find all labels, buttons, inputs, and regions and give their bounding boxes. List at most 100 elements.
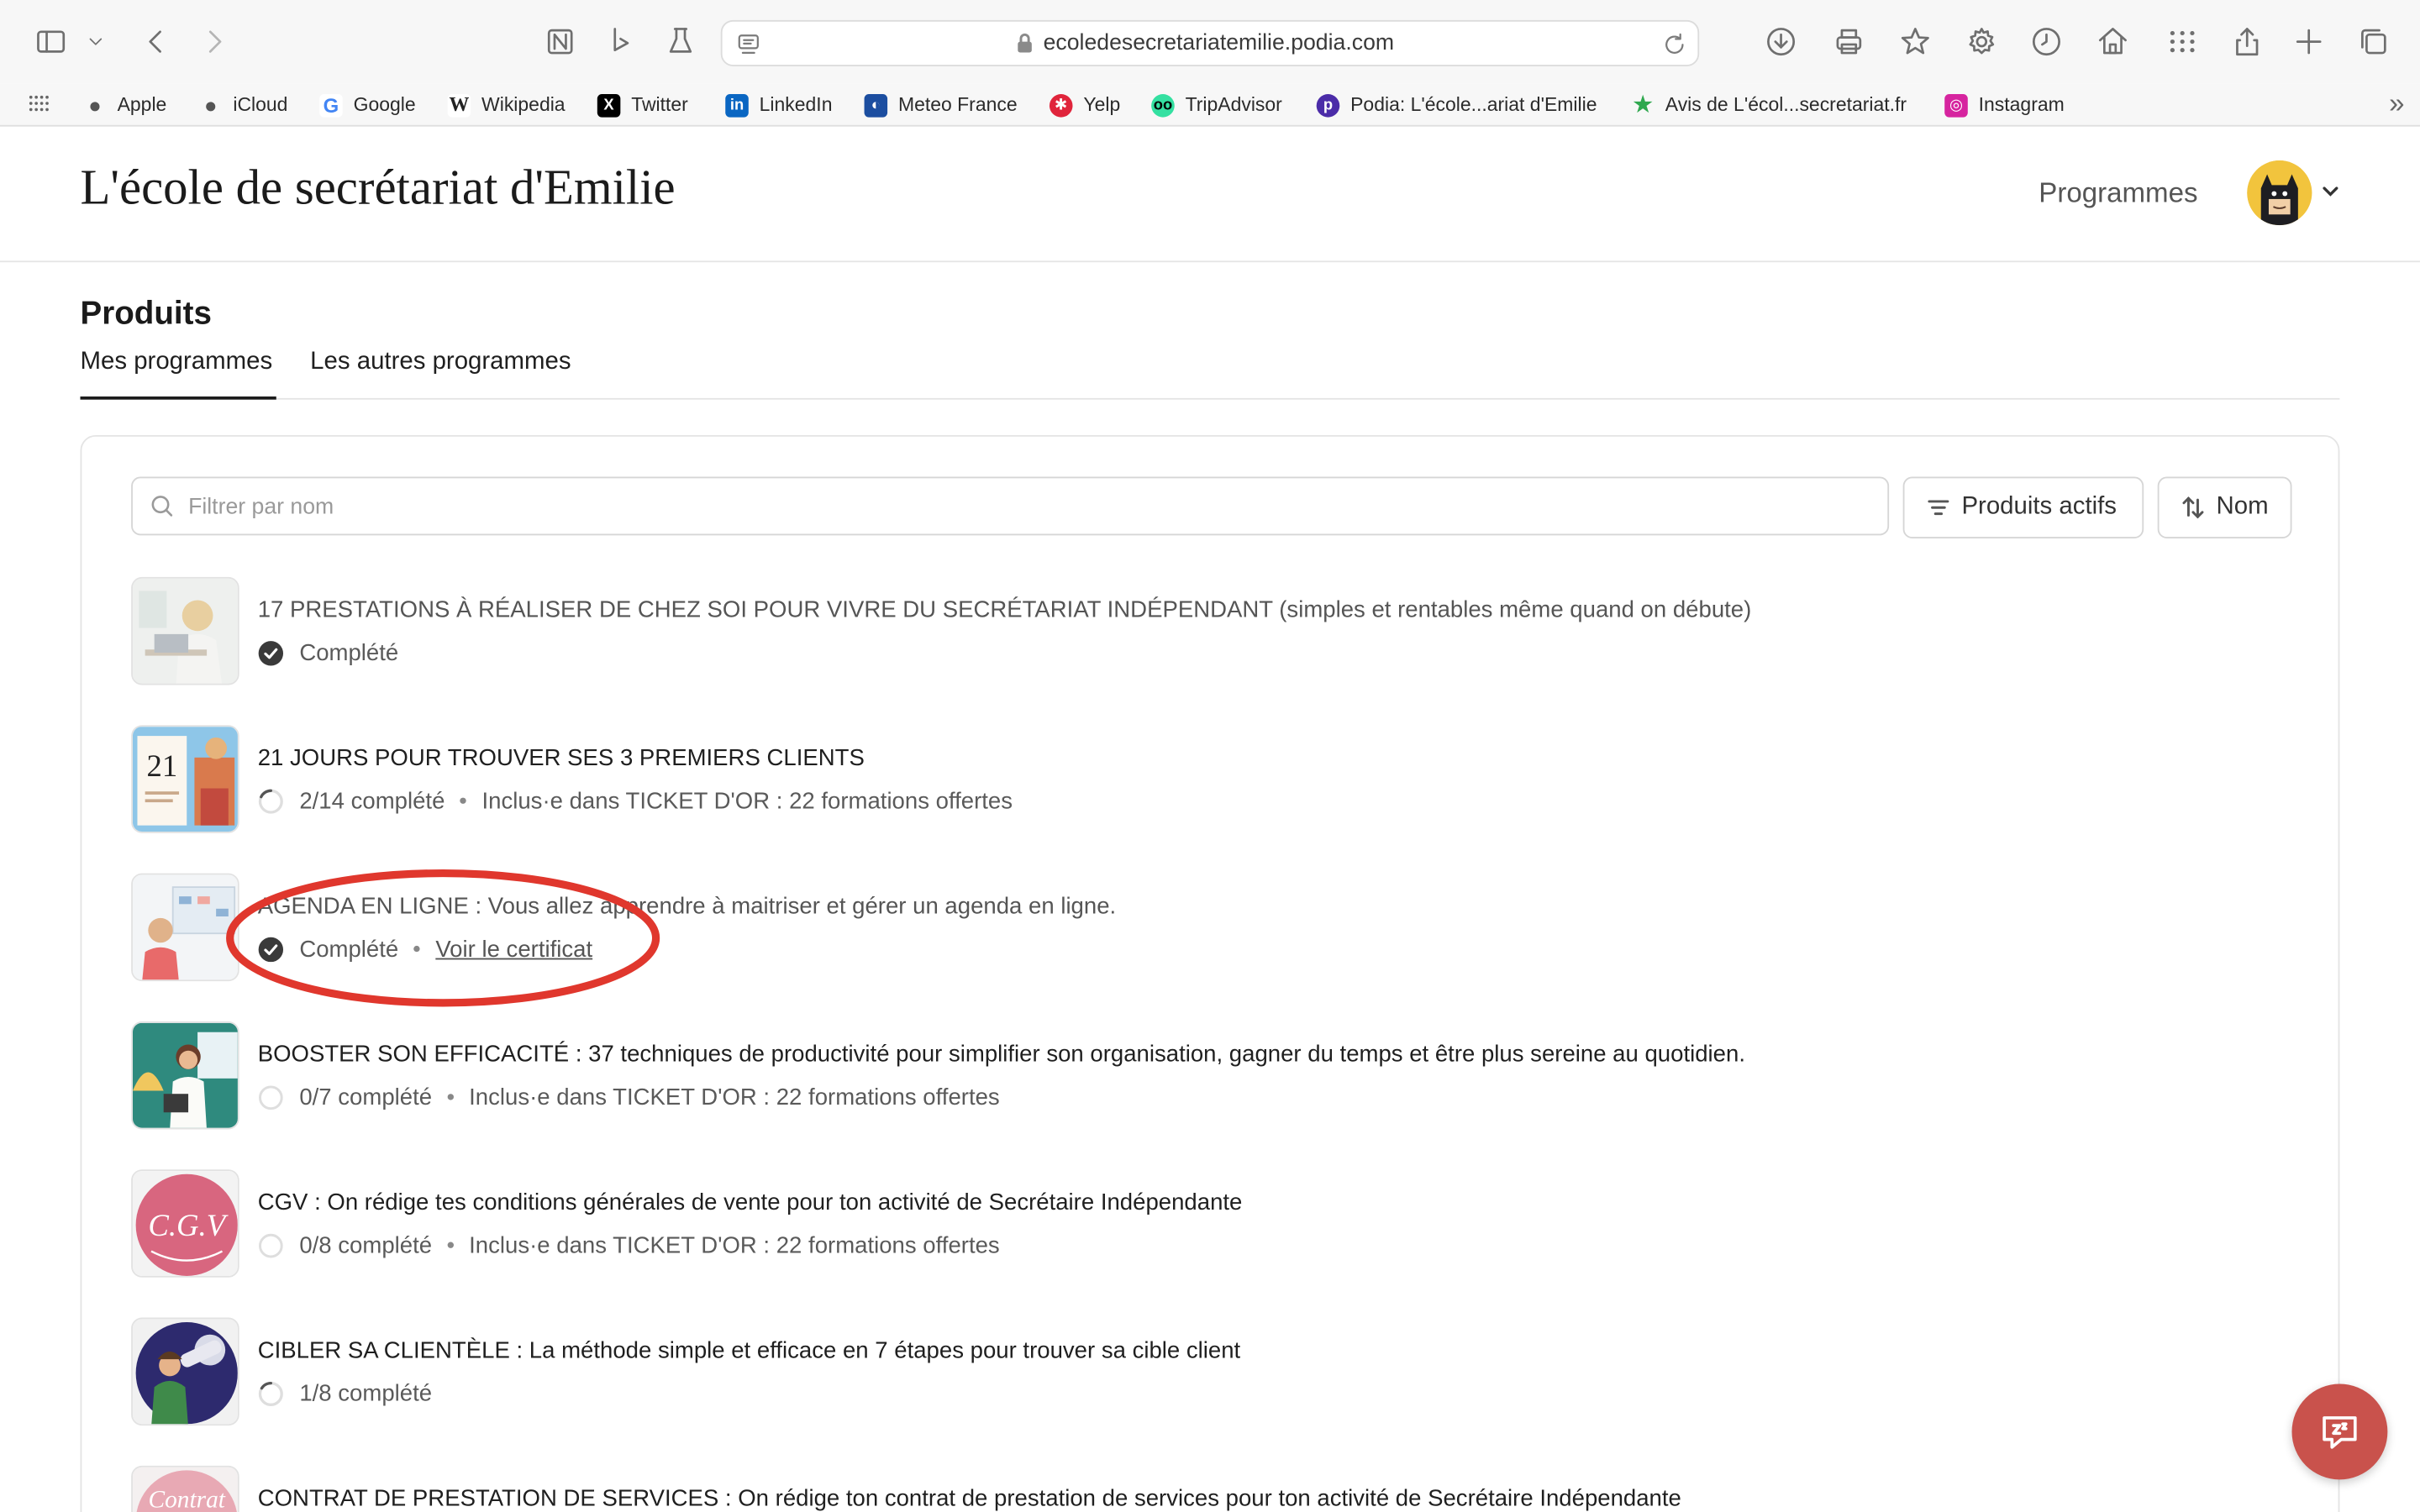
print-icon[interactable] (1828, 22, 1869, 62)
product-status: Complété (258, 638, 398, 669)
active-products-button[interactable]: Produits actifs (1902, 476, 2144, 539)
share-icon[interactable] (2227, 22, 2267, 62)
included-text: Inclus·e dans TICKET D'OR : 22 formation… (481, 787, 1013, 814)
bookmark-wikipedia[interactable]: W Wikipedia (447, 90, 566, 121)
product-status: 0/7 complété Inclus·e dans TICKET D'OR :… (258, 1082, 1000, 1113)
apps-grid-icon[interactable] (2162, 22, 2202, 62)
product-thumbnail[interactable]: C.G.V (131, 1169, 239, 1278)
home-icon[interactable] (2093, 22, 2133, 62)
reader-mode-icon[interactable] (734, 31, 762, 59)
bookmark-linkedin[interactable]: in LinkedIn (725, 90, 832, 121)
forward-icon[interactable] (194, 22, 234, 62)
filter-input[interactable] (188, 491, 1871, 525)
site-title[interactable]: L'école de secrétariat d'Emilie (81, 159, 676, 216)
bookmark-meteo-france[interactable]: ◐ Meteo France (864, 90, 1018, 121)
site-header: L'école de secrétariat d'Emilie Programm… (0, 128, 2420, 263)
check-circle-icon (258, 640, 284, 665)
product-title[interactable]: BOOSTER SON EFFICACITÉ : 37 techniques d… (258, 1042, 1745, 1068)
flask-icon[interactable] (660, 22, 701, 62)
thumbnail-text: Contrat (149, 1486, 226, 1512)
progress-icon (258, 1381, 283, 1406)
chevron-down-icon[interactable] (2320, 181, 2342, 202)
product-row[interactable]: 17 PRESTATIONS À RÉALISER DE CHEZ SOI PO… (131, 576, 2291, 685)
product-title[interactable]: CONTRAT DE PRESTATION DE SERVICES : On r… (258, 1486, 1681, 1512)
product-row[interactable]: AGENDA EN LIGNE : Vous allez apprendre à… (131, 873, 2291, 982)
status-text: Complété (299, 935, 399, 963)
page-title: Produits (80, 296, 212, 332)
check-circle-icon (258, 936, 284, 962)
chat-button[interactable] (2291, 1383, 2388, 1480)
product-thumbnail[interactable] (131, 1317, 239, 1426)
status-text: 0/7 complété (299, 1084, 433, 1110)
bookmarks-grid-icon[interactable] (28, 92, 50, 114)
avatar[interactable] (2247, 160, 2312, 226)
bookmark-label: Yelp (1083, 94, 1121, 116)
sort-button[interactable]: Nom (2157, 476, 2292, 539)
product-thumbnail[interactable] (131, 576, 239, 685)
product-thumbnail[interactable]: Contrat (131, 1465, 239, 1512)
bookmark-instagram[interactable]: ◎ Instagram (1944, 90, 2065, 121)
search-icon (150, 494, 174, 518)
product-title[interactable]: AGENDA EN LIGNE : Vous allez apprendre à… (258, 893, 1116, 919)
product-title[interactable]: CGV : On rédige tes conditions générales… (258, 1189, 1243, 1215)
product-row[interactable]: BOOSTER SON EFFICACITÉ : 37 techniques d… (131, 1021, 2291, 1130)
product-row[interactable]: Contrat CONTRAT DE PRESTATION DE SERVICE… (131, 1465, 2291, 1512)
product-row[interactable]: 21 21 JOURS POUR TROUVER SES 3 PREMIERS … (131, 725, 2291, 833)
star-icon: ★ (1631, 92, 1655, 119)
bookmark-apple[interactable]: ● Apple (83, 90, 166, 121)
separator-dot (447, 1094, 454, 1100)
gear-icon[interactable] (1961, 22, 2002, 62)
tab-overview-icon[interactable] (2354, 22, 2394, 62)
apple-icon: ● (203, 92, 218, 118)
product-status: Complété Voir le certificat (258, 933, 592, 964)
tab-les-autres-programmes[interactable]: Les autres programmes (310, 349, 571, 400)
star-icon[interactable] (1895, 22, 1935, 62)
history-icon[interactable] (2027, 22, 2067, 62)
product-thumbnail[interactable]: 21 (131, 725, 239, 833)
address-bar[interactable]: ecoledesecretariatemilie.podia.com (720, 19, 1700, 66)
empty-circle-icon (259, 1084, 283, 1110)
thumbnail-text: C.G.V (148, 1208, 228, 1242)
bookmark-label: Avis de L'écol...secretariat.fr (1665, 94, 1907, 116)
nav-programmes-link[interactable]: Programmes (2039, 177, 2197, 210)
bookmark-icloud[interactable]: ● iCloud (199, 90, 287, 121)
lock-icon (1016, 33, 1034, 55)
bookmark-podia[interactable]: p Podia: L'école...ariat d'Emilie (1316, 90, 1597, 121)
product-row[interactable]: C.G.V CGV : On rédige tes conditions gén… (131, 1169, 2291, 1278)
included-text: Inclus·e dans TICKET D'OR : 22 formation… (469, 1084, 1000, 1110)
view-certificate-link[interactable]: Voir le certificat (435, 936, 592, 962)
included-text: Inclus·e dans TICKET D'OR : 22 formation… (469, 1231, 1000, 1258)
bookmark-label: Meteo France (897, 94, 1018, 116)
filter-field[interactable] (131, 476, 1890, 536)
url-text[interactable]: ecoledesecretariatemilie.podia.com (1044, 31, 1394, 55)
bookmark-twitter[interactable]: X Twitter (597, 90, 688, 121)
product-row[interactable]: CIBLER SA CLIENTÈLE : La méthode simple … (131, 1317, 2291, 1426)
reload-icon[interactable] (1660, 31, 1688, 59)
bookmark-yelp[interactable]: ✱ Yelp (1049, 90, 1121, 121)
bookmark-label: Google (353, 94, 416, 116)
bookmark-label: LinkedIn (759, 94, 833, 116)
bookmark-tripadvisor[interactable]: oo TripAdvisor (1151, 90, 1282, 121)
bookmark-google[interactable]: G Google (319, 90, 416, 121)
product-thumbnail[interactable] (131, 873, 239, 982)
notion-icon[interactable] (540, 22, 581, 62)
separator-dot (413, 945, 420, 953)
chevron-down-icon[interactable] (81, 22, 112, 62)
product-title[interactable]: CIBLER SA CLIENTÈLE : La méthode simple … (258, 1337, 1240, 1363)
download-icon[interactable] (1761, 22, 1802, 62)
bing-icon[interactable] (602, 22, 642, 62)
bookmark-avis[interactable]: ★ Avis de L'écol...secretariat.fr (1631, 90, 1907, 121)
product-title[interactable]: 21 JOURS POUR TROUVER SES 3 PREMIERS CLI… (258, 745, 865, 771)
bookmark-label: Twitter (631, 94, 688, 116)
product-title[interactable]: 17 PRESTATIONS À RÉALISER DE CHEZ SOI PO… (258, 597, 1752, 623)
chevron-right-double-icon[interactable]: » (2389, 88, 2404, 121)
tab-mes-programmes[interactable]: Mes programmes (80, 349, 276, 400)
new-tab-icon[interactable] (2289, 22, 2329, 62)
product-thumbnail[interactable] (131, 1021, 239, 1130)
sidebar-icon[interactable] (31, 22, 71, 62)
page: ecoledesecretariatemilie.podia.com ● App… (0, 0, 2420, 1512)
bookmark-label: Instagram (1978, 94, 2065, 116)
back-icon[interactable] (136, 22, 176, 62)
progress-icon (258, 788, 283, 813)
tab-bar: Mes programmes Les autres programmes (80, 349, 2340, 400)
